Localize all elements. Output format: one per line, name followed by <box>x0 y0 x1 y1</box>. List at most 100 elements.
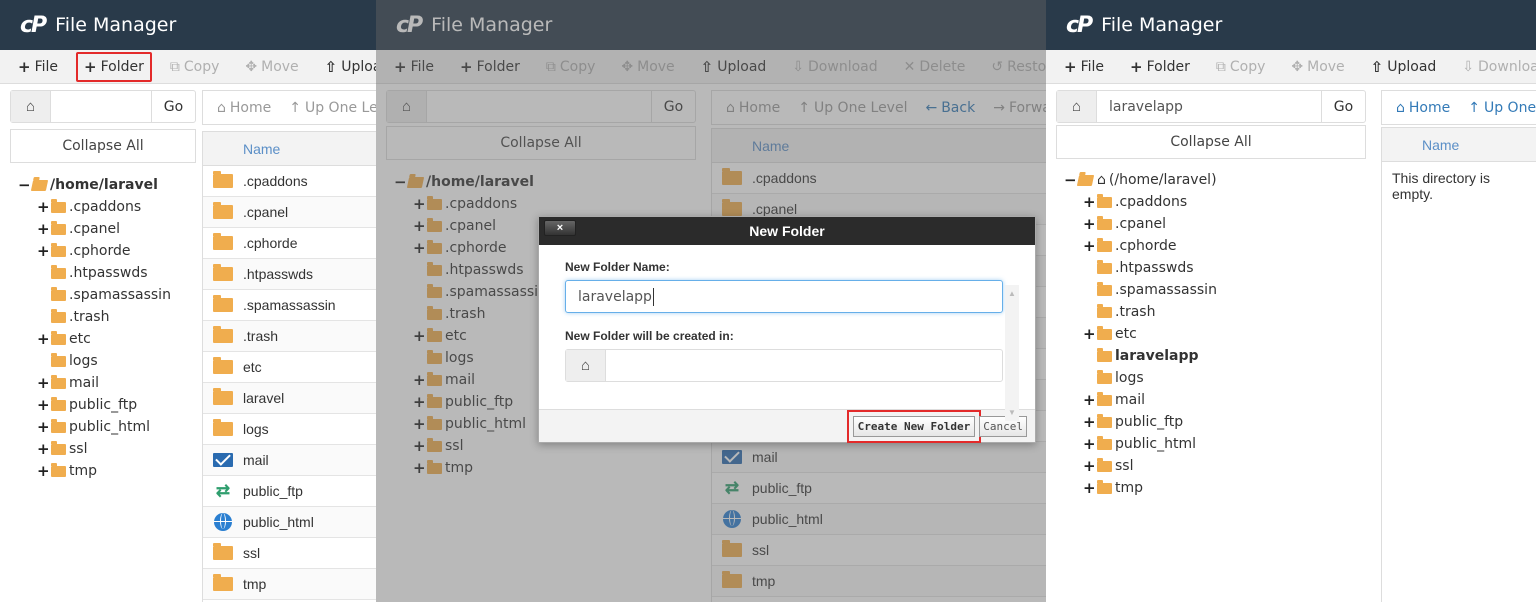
tree-item[interactable]: + mail <box>1064 389 1217 411</box>
tree-item[interactable]: + public_ftp <box>18 394 171 416</box>
tree-item[interactable]: + .cpaddons <box>18 196 171 218</box>
collapse-toggle-icon[interactable]: − <box>1064 171 1077 189</box>
tree-item[interactable]: + ssl <box>1064 455 1217 477</box>
expand-toggle-icon[interactable]: + <box>37 330 50 348</box>
upload-button[interactable]: ⇧Upload <box>317 52 376 82</box>
tree-item[interactable]: + ssl <box>18 438 171 460</box>
upload-button[interactable]: ⇧Upload <box>1363 52 1445 82</box>
collapse-all-button[interactable]: Collapse All <box>10 129 196 163</box>
expand-toggle-icon[interactable]: + <box>37 374 50 392</box>
tree-item[interactable]: + public_html <box>1064 433 1217 455</box>
file-row[interactable]: .cpaddons <box>203 166 376 197</box>
home-button[interactable]: ⌂ Home <box>1396 100 1450 116</box>
create-new-folder-button[interactable]: Create New Folder <box>846 409 982 443</box>
copy-button[interactable]: ⧉ Copy <box>162 53 228 81</box>
collapse-toggle-icon[interactable]: − <box>18 176 31 194</box>
new-file-button[interactable]: + File <box>1056 52 1112 82</box>
new-file-button[interactable]: + File <box>10 52 66 82</box>
tree-item[interactable]: + tmp <box>1064 477 1217 499</box>
expand-toggle-icon[interactable]: + <box>1083 435 1096 453</box>
copy-button[interactable]: ⧉ Copy <box>1208 53 1274 81</box>
file-row[interactable]: .cpanel <box>203 197 376 228</box>
folder-icon <box>1097 413 1112 428</box>
dialog-scrollbar[interactable]: ▲ ▼ <box>1005 285 1019 421</box>
up-one-level-button[interactable]: ↑Up One Level <box>289 100 376 116</box>
go-button[interactable]: Go <box>1321 91 1365 122</box>
tree-item[interactable]: +.htpasswds <box>1064 257 1217 279</box>
file-row[interactable]: etc <box>203 352 376 383</box>
tree-item[interactable]: +.spamassassin <box>18 284 171 306</box>
tree-item[interactable]: + mail <box>18 372 171 394</box>
mail-glyph <box>213 453 233 467</box>
location-input[interactable]: ⌂ <box>565 349 1003 382</box>
tree-item[interactable]: + .cphorde <box>18 240 171 262</box>
tree-root[interactable]: − ⌂ (/home/laravel) <box>1064 169 1217 191</box>
expand-toggle-icon[interactable]: + <box>1083 479 1096 497</box>
up-one-level-button[interactable]: ↑Up One Level <box>1468 100 1536 116</box>
file-row[interactable]: .trash <box>203 321 376 352</box>
new-folder-button[interactable]: + Folder <box>76 51 152 82</box>
expand-toggle-icon[interactable]: + <box>1083 237 1096 255</box>
column-header-name[interactable]: Name <box>203 131 376 166</box>
file-name: .cphorde <box>243 235 298 251</box>
column-header-name[interactable]: Name <box>1382 127 1536 162</box>
file-row[interactable]: public_html <box>203 507 376 538</box>
tree-item[interactable]: + public_html <box>18 416 171 438</box>
expand-toggle-icon[interactable]: + <box>37 396 50 414</box>
file-name: tmp <box>243 576 267 592</box>
tree-item[interactable]: + .cpanel <box>1064 213 1217 235</box>
expand-toggle-icon[interactable]: + <box>37 440 50 458</box>
home-icon[interactable]: ⌂ <box>11 91 51 122</box>
expand-toggle-icon[interactable]: + <box>1083 215 1096 233</box>
file-name: .cpaddons <box>243 173 308 189</box>
cancel-button[interactable]: Cancel <box>979 415 1027 437</box>
tree-item[interactable]: + .cpaddons <box>1064 191 1217 213</box>
tree-item[interactable]: + .cphorde <box>1064 235 1217 257</box>
expand-toggle-icon[interactable]: + <box>37 418 50 436</box>
tree-item[interactable]: + tmp <box>18 460 171 482</box>
file-row[interactable]: .htpasswds <box>203 259 376 290</box>
go-button[interactable]: Go <box>151 91 195 122</box>
path-input[interactable] <box>1097 91 1321 122</box>
expand-toggle-icon[interactable]: + <box>37 198 50 216</box>
tree-item[interactable]: +.trash <box>18 306 171 328</box>
download-button[interactable]: ⇩Download <box>1454 53 1536 81</box>
expand-toggle-icon[interactable]: + <box>37 220 50 238</box>
expand-toggle-icon[interactable]: + <box>1083 457 1096 475</box>
new-folder-button[interactable]: + Folder <box>1122 52 1198 82</box>
move-button[interactable]: ✥ Move <box>1283 53 1352 81</box>
move-button[interactable]: ✥ Move <box>237 53 306 81</box>
file-row[interactable]: .spamassassin <box>203 290 376 321</box>
tree-item[interactable]: +logs <box>18 350 171 372</box>
tree-root[interactable]: − /home/laravel <box>18 174 171 196</box>
expand-toggle-icon[interactable]: + <box>1083 193 1096 211</box>
folder-name-input[interactable]: laravelapp <box>565 280 1003 313</box>
expand-toggle-icon[interactable]: + <box>37 242 50 260</box>
expand-toggle-icon[interactable]: + <box>1083 391 1096 409</box>
file-row[interactable]: ⇄ public_ftp <box>203 476 376 507</box>
tree-item[interactable]: +.spamassassin <box>1064 279 1217 301</box>
collapse-all-button[interactable]: Collapse All <box>1056 125 1366 159</box>
tree-item[interactable]: +.trash <box>1064 301 1217 323</box>
home-icon[interactable]: ⌂ <box>1057 91 1097 122</box>
tree-item[interactable]: + public_ftp <box>1064 411 1217 433</box>
expand-toggle-icon[interactable]: + <box>1083 325 1096 343</box>
tree-item[interactable]: + .cpanel <box>18 218 171 240</box>
file-row[interactable]: mail <box>203 445 376 476</box>
expand-toggle-icon[interactable]: + <box>37 462 50 480</box>
path-input[interactable] <box>51 91 151 122</box>
file-row[interactable]: tmp <box>203 569 376 600</box>
tree-item[interactable]: +.htpasswds <box>18 262 171 284</box>
expand-toggle-icon[interactable]: + <box>1083 413 1096 431</box>
tree-item[interactable]: +logs <box>1064 367 1217 389</box>
file-row[interactable]: .cphorde <box>203 228 376 259</box>
file-row[interactable]: logs <box>203 414 376 445</box>
file-row[interactable]: laravel <box>203 383 376 414</box>
tree-item[interactable]: +laravelapp <box>1064 345 1217 367</box>
tree-item[interactable]: + etc <box>18 328 171 350</box>
file-row[interactable]: ssl <box>203 538 376 569</box>
close-button[interactable]: × <box>544 220 576 236</box>
tree-item[interactable]: + etc <box>1064 323 1217 345</box>
folder-glyph <box>213 419 233 436</box>
home-button[interactable]: ⌂ Home <box>217 100 271 116</box>
